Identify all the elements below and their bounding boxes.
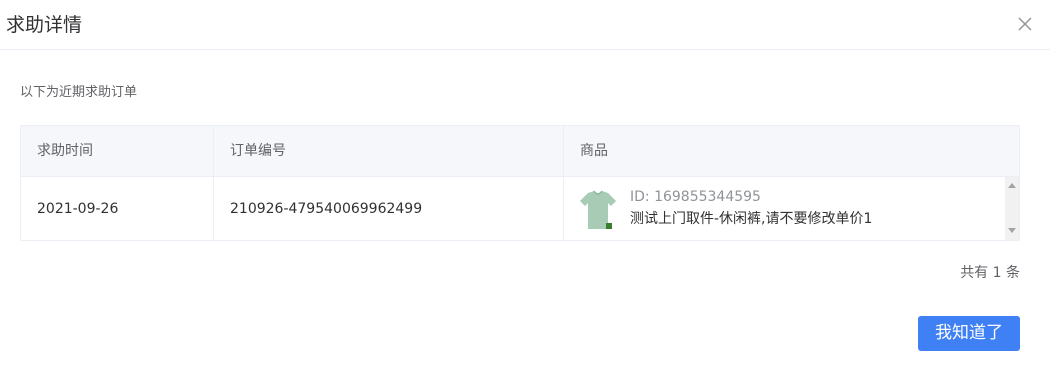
cell-product: ID: 169855344595 测试上门取件-休闲裤,请不要修改单价1	[564, 177, 989, 240]
dialog-header: 求助详情	[0, 0, 1050, 50]
product-name: 测试上门取件-休闲裤,请不要修改单价1	[630, 211, 873, 227]
cell-date: 2021-09-26	[37, 201, 119, 217]
intro-text: 以下为近期求助订单	[20, 85, 138, 100]
scroll-down-icon[interactable]	[1008, 228, 1016, 233]
help-details-dialog: 求助详情 以下为近期求助订单 求助时间 订单编号 商品 2021-09-26 2…	[0, 0, 1050, 370]
dialog-title: 求助详情	[6, 14, 83, 36]
close-icon[interactable]	[1014, 13, 1036, 35]
orders-table: 求助时间 订单编号 商品 2021-09-26 210926-479540069…	[20, 125, 1020, 241]
confirm-button[interactable]: 我知道了	[918, 316, 1020, 351]
column-header-order-no: 订单编号	[230, 143, 286, 159]
column-divider	[563, 126, 564, 240]
table-header: 求助时间 订单编号 商品	[21, 126, 1019, 177]
column-header-product: 商品	[580, 143, 608, 159]
product-id: ID: 169855344595	[630, 189, 761, 205]
column-divider	[213, 126, 214, 240]
cell-scrollbar[interactable]	[1005, 177, 1019, 240]
table-row: 2021-09-26 210926-479540069962499 ID: 16…	[21, 177, 1019, 240]
total-count: 共有 1 条	[960, 265, 1020, 281]
scroll-up-icon[interactable]	[1008, 183, 1016, 188]
product-thumbnail	[578, 189, 618, 229]
column-header-time: 求助时间	[37, 143, 93, 159]
cell-order-no: 210926-479540069962499	[230, 201, 423, 217]
